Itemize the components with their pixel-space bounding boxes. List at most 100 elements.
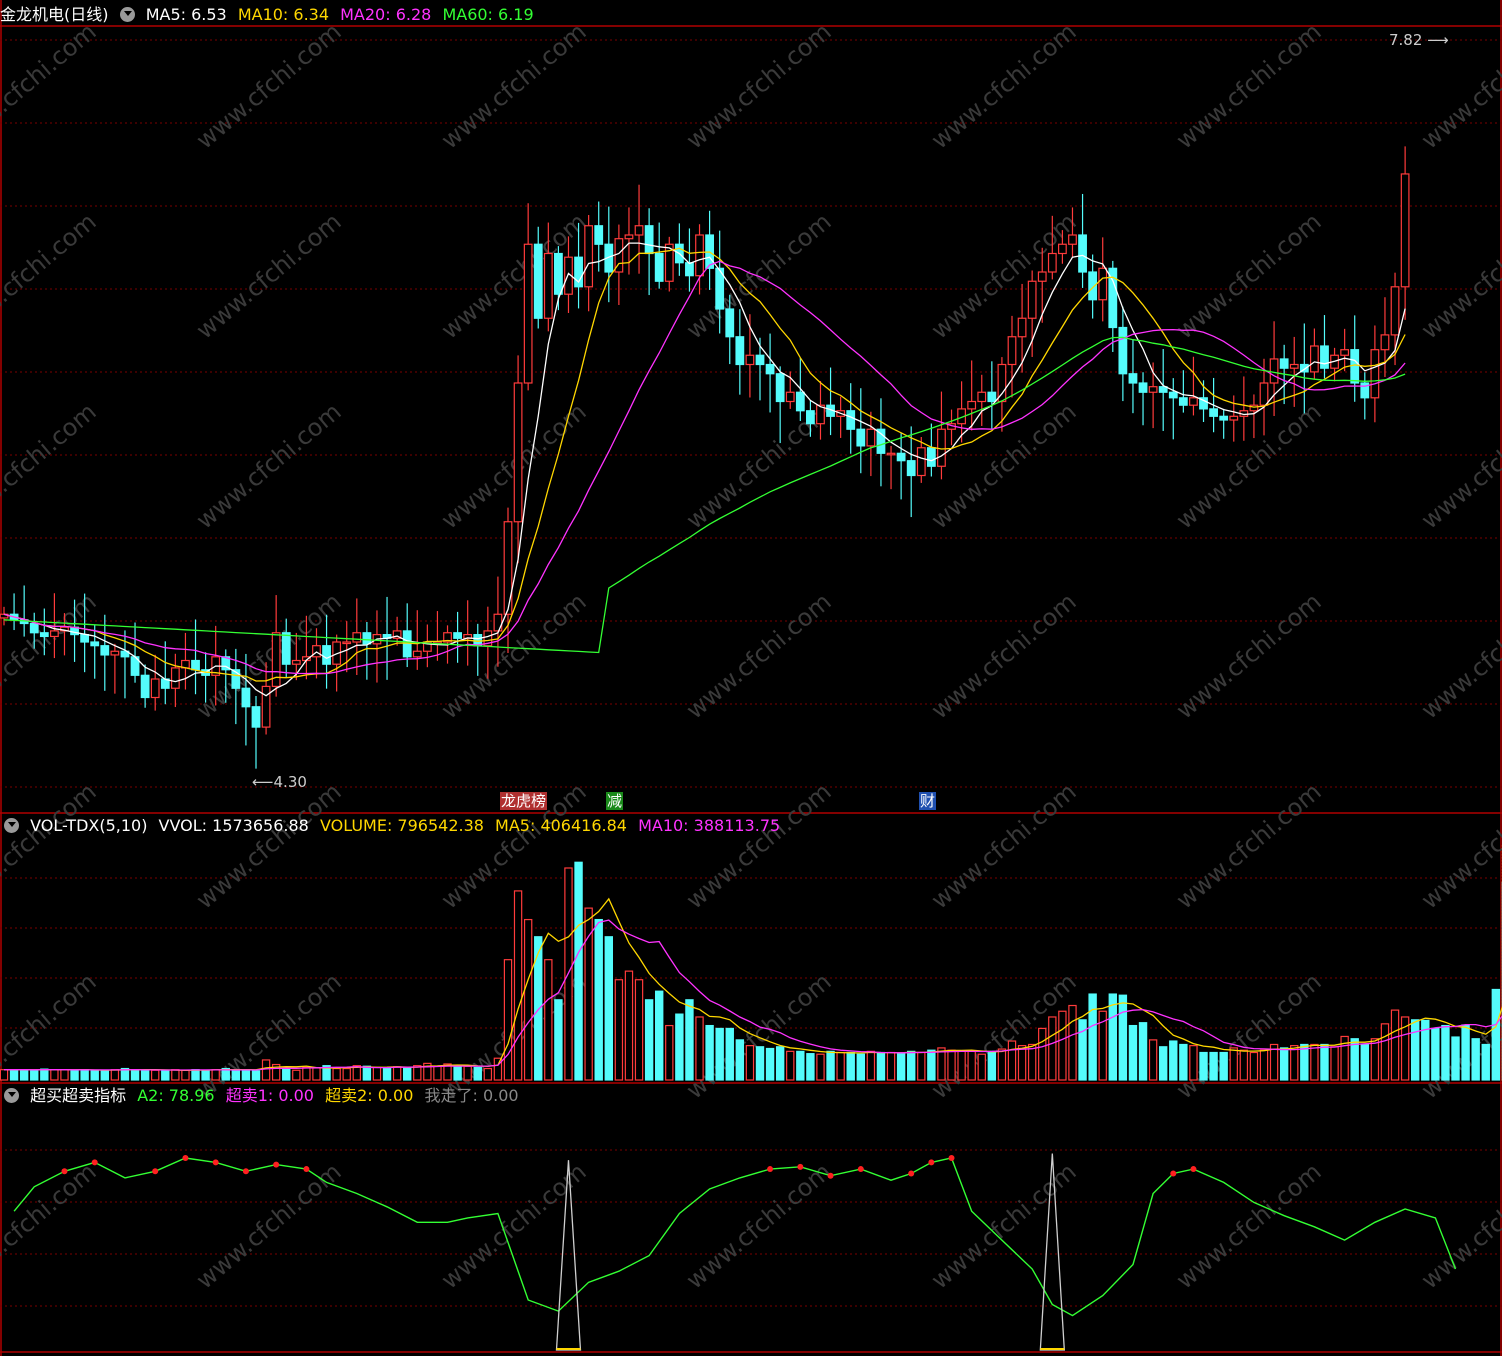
volume-bar	[342, 1067, 351, 1081]
candle-body	[352, 632, 362, 643]
candle-body	[251, 706, 261, 728]
candle-body	[805, 410, 815, 425]
candle-body	[523, 243, 533, 384]
watermark-text: www.cfchi.com	[681, 17, 837, 154]
volume-bar	[1038, 1027, 1047, 1081]
volume-bar	[544, 959, 553, 1081]
volume-bar	[1219, 1051, 1228, 1081]
watermark-text: www.cfchi.com	[926, 777, 1082, 914]
candle-body	[1380, 334, 1390, 351]
volume-bar	[796, 1050, 805, 1081]
candle-body	[725, 308, 735, 338]
volume-bar	[1078, 1019, 1087, 1081]
oversold2-label: 超卖2: 0.00	[325, 1086, 414, 1105]
volume-bar	[917, 1051, 926, 1081]
candle-body	[1068, 234, 1077, 245]
watermark-text: www.cfchi.com	[926, 207, 1082, 344]
candle-body	[1289, 363, 1299, 369]
watermark-text: www.cfchi.com	[1416, 207, 1502, 344]
volume-bar	[110, 1069, 120, 1081]
ma10-label: MA10: 6.34	[237, 5, 330, 24]
volume-bar	[1179, 1043, 1188, 1081]
chevron-down-icon[interactable]	[119, 7, 135, 22]
volume-bar	[251, 1070, 261, 1081]
watermark-text: www.cfchi.com	[191, 397, 347, 534]
volume-bar	[1058, 1010, 1067, 1081]
volume-bar	[1320, 1043, 1329, 1081]
volume-bar	[735, 1039, 745, 1081]
overbought-marker	[928, 1159, 935, 1166]
watermark-text: www.cfchi.com	[681, 967, 837, 1104]
candle-body	[1037, 271, 1047, 282]
candle-body	[553, 252, 563, 295]
volume-bar	[644, 999, 654, 1081]
volume-bar	[1410, 1019, 1420, 1081]
vvol-label: VVOL: 1573656.88	[158, 816, 309, 835]
candle-body	[906, 460, 916, 477]
volume-bar	[332, 1067, 341, 1081]
volume-bar	[614, 979, 624, 1081]
volume-bar	[1451, 1036, 1460, 1081]
candle-body	[685, 262, 694, 277]
volume-bar	[1048, 1016, 1057, 1081]
volume-bar	[513, 890, 523, 1081]
volume-bar	[765, 1047, 775, 1081]
candle-body	[634, 225, 644, 236]
candlestick-series	[0, 146, 1410, 769]
candle-body	[412, 650, 422, 658]
watermark-text: www.cfchi.com	[0, 397, 102, 534]
volume-bar	[151, 1069, 160, 1081]
event-tag-dragon-tiger[interactable]: 龙虎榜	[500, 792, 548, 810]
candle-body	[695, 234, 704, 277]
chevron-down-icon[interactable]	[4, 1088, 19, 1103]
overbought-marker	[797, 1163, 804, 1170]
candle-body	[80, 633, 90, 643]
candle-body	[967, 400, 977, 410]
candle-body	[1128, 373, 1138, 384]
oversold1-label: 超卖1: 0.00	[225, 1086, 314, 1105]
overbought-marker	[61, 1168, 68, 1175]
volume-bar	[292, 1069, 301, 1081]
volume-bar	[19, 1069, 29, 1081]
volume-bar	[866, 1050, 876, 1081]
candle-body	[866, 428, 876, 447]
volume-bar	[70, 1069, 79, 1081]
candle-body	[1400, 173, 1410, 288]
volume-bar	[1027, 1043, 1037, 1081]
candle-body	[785, 391, 795, 403]
candle-body	[1269, 358, 1279, 384]
volume-bar	[1491, 988, 1501, 1081]
candle-body	[170, 667, 180, 689]
volume-bar	[927, 1049, 936, 1081]
chevron-down-icon[interactable]	[4, 818, 19, 833]
event-tag-reduce[interactable]: 减	[606, 792, 624, 810]
volume-bar	[60, 1069, 69, 1081]
candle-body	[846, 410, 856, 430]
volume-bar	[937, 1047, 946, 1081]
volume-bar	[1310, 1043, 1319, 1081]
candle-body	[493, 613, 503, 632]
volume-bar	[453, 1065, 462, 1081]
volume-bar	[483, 1067, 493, 1081]
volume-bar	[725, 1027, 734, 1081]
candle-body	[735, 336, 745, 366]
volume-bar	[171, 1069, 180, 1081]
watermark-text: www.cfchi.com	[681, 1157, 837, 1294]
volume-bar	[523, 918, 533, 1081]
candle-body	[795, 391, 805, 412]
volume-bar	[382, 1067, 392, 1081]
volume-bar	[50, 1069, 59, 1081]
event-tag-finance[interactable]: 财	[919, 792, 937, 810]
watermark-text: www.cfchi.com	[926, 587, 1082, 724]
volume-bar	[241, 1069, 251, 1081]
ma60-label: MA60: 6.19	[442, 5, 534, 24]
exit-label: 我走了: 0.00	[424, 1086, 519, 1105]
volume-bar	[1471, 1038, 1480, 1081]
volume-bar	[463, 1065, 472, 1081]
candle-body	[886, 452, 896, 456]
overbought-marker	[182, 1154, 189, 1161]
indicator-title: 超买超卖指标	[30, 1086, 127, 1105]
candle-body	[90, 641, 100, 647]
candle-body	[624, 234, 634, 240]
volume-bar	[876, 1051, 886, 1081]
